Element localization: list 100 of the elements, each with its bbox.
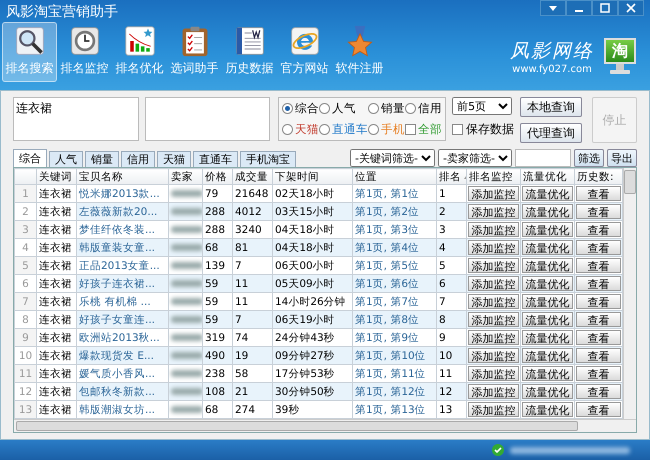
query-button[interactable]: 代理查询 <box>520 123 582 143</box>
view-button[interactable]: 查看 <box>576 348 621 363</box>
add-monitor-button[interactable]: 添加监控 <box>468 312 519 327</box>
position-cell: 第1页, 第6位 <box>352 274 436 292</box>
dropdown-icon[interactable] <box>540 0 566 16</box>
view-button[interactable]: 查看 <box>576 240 621 255</box>
query-button[interactable]: 本地查询 <box>520 97 582 117</box>
optimize-button[interactable]: 流量优化 <box>522 312 573 327</box>
save-data-checkbox[interactable]: 保存数据 <box>452 121 514 138</box>
column-header[interactable]: 流量优化 <box>520 168 574 184</box>
add-monitor-button[interactable]: 添加监控 <box>468 186 519 201</box>
optimize-button[interactable]: 流量优化 <box>522 366 573 381</box>
optimize-button[interactable]: 流量优化 <box>522 294 573 309</box>
column-header[interactable]: 关键词 <box>36 168 76 184</box>
close-icon[interactable] <box>618 0 644 16</box>
tab[interactable]: 综合 <box>13 149 47 167</box>
filter-button[interactable]: 筛选 <box>574 149 604 167</box>
text-field[interactable] <box>144 97 270 141</box>
horizontal-scrollbar[interactable] <box>14 419 636 432</box>
optimize-button[interactable]: 流量优化 <box>522 240 573 255</box>
table-cell: 4 <box>436 238 466 256</box>
tab[interactable]: 人气 <box>49 151 83 167</box>
keyword-field[interactable]: 连衣裙 <box>13 97 139 141</box>
optimize-button[interactable]: 流量优化 <box>522 186 573 201</box>
column-header[interactable]: 价格 <box>202 168 232 184</box>
row-number: 6 <box>14 274 36 292</box>
add-monitor-button[interactable]: 添加监控 <box>468 276 519 291</box>
radio-button[interactable]: 销量 <box>368 101 406 116</box>
optimize-button[interactable]: 流量优化 <box>522 276 573 291</box>
table-cell: 490 <box>202 346 232 364</box>
view-button[interactable]: 查看 <box>576 186 621 201</box>
optimize-button[interactable]: 流量优化 <box>522 204 573 219</box>
add-monitor-button[interactable]: 添加监控 <box>468 384 519 399</box>
view-button[interactable]: 查看 <box>576 330 621 345</box>
add-monitor-button[interactable]: 添加监控 <box>468 222 519 237</box>
table-cell: 81 <box>232 238 272 256</box>
column-header[interactable]: 排名 <box>436 168 466 184</box>
radio-button[interactable]: 人气 <box>319 101 368 116</box>
view-button[interactable]: 查看 <box>576 222 621 237</box>
radio-button[interactable]: 综合 <box>282 101 320 116</box>
table-cell: 10 <box>436 346 466 364</box>
add-monitor-button[interactable]: 添加监控 <box>468 330 519 345</box>
table-cell: 2 <box>436 202 466 220</box>
tab[interactable]: 直通车 <box>193 151 238 167</box>
view-button[interactable]: 查看 <box>576 402 621 417</box>
radio-button[interactable]: 信用 <box>405 101 442 116</box>
tab[interactable]: 信用 <box>121 151 155 167</box>
product-name-cell: 左薇薇新款20... <box>76 202 168 220</box>
filter-field[interactable] <box>515 149 571 167</box>
column-header[interactable]: 宝贝名称 <box>76 168 168 184</box>
maximize-icon[interactable] <box>592 0 618 16</box>
column-header[interactable]: 卖家 <box>168 168 202 184</box>
add-monitor-button[interactable]: 添加监控 <box>468 258 519 273</box>
seller-filter-select[interactable]: -卖家筛选- <box>438 149 512 167</box>
optimize-button[interactable]: 流量优化 <box>522 222 573 237</box>
optimize-button[interactable]: 流量优化 <box>522 348 573 363</box>
add-monitor-button[interactable]: 添加监控 <box>468 240 519 255</box>
tab[interactable]: 手机淘宝 <box>240 151 296 167</box>
vertical-scrollbar[interactable] <box>623 168 636 419</box>
add-monitor-button[interactable]: 添加监控 <box>468 204 519 219</box>
table-cell: 连衣裙 <box>36 346 76 364</box>
tab[interactable]: 天猫 <box>157 151 191 167</box>
view-button[interactable]: 查看 <box>576 258 621 273</box>
optimize-button[interactable]: 流量优化 <box>522 330 573 345</box>
radio-button[interactable]: 天猫 <box>282 122 320 137</box>
optimize-button[interactable]: 流量优化 <box>522 402 573 417</box>
column-header[interactable]: 下架时间 <box>272 168 352 184</box>
page-count-select[interactable]: 前5页 <box>452 97 512 115</box>
optimize-button[interactable]: 流量优化 <box>522 384 573 399</box>
row-number: 5 <box>14 256 36 274</box>
brand-url: www.fy027.com <box>512 64 592 74</box>
row-number: 3 <box>14 220 36 238</box>
optimize-button[interactable]: 流量优化 <box>522 258 573 273</box>
view-button[interactable]: 查看 <box>576 294 621 309</box>
view-button[interactable]: 查看 <box>576 312 621 327</box>
column-header[interactable]: 历史数: <box>574 168 622 184</box>
brand-name: 风影网络 <box>510 38 594 64</box>
view-button[interactable]: 查看 <box>576 204 621 219</box>
column-header[interactable]: 位置 <box>352 168 436 184</box>
table-cell: 连衣裙 <box>36 310 76 328</box>
product-name-cell: 好孩子女童连... <box>76 310 168 328</box>
product-name-cell: 包邮秋冬新款... <box>76 382 168 400</box>
tab[interactable]: 销量 <box>85 151 119 167</box>
keyword-filter-select[interactable]: -关键词筛选- <box>350 149 435 167</box>
add-monitor-button[interactable]: 添加监控 <box>468 294 519 309</box>
view-button[interactable]: 查看 <box>576 366 621 381</box>
view-button[interactable]: 查看 <box>576 384 621 399</box>
column-header[interactable]: 排名监控 <box>466 168 520 184</box>
radio-button[interactable]: 直通车 <box>319 122 368 137</box>
add-monitor-button[interactable]: 添加监控 <box>468 366 519 381</box>
view-button[interactable]: 查看 <box>576 276 621 291</box>
row-number: 2 <box>14 202 36 220</box>
column-header[interactable]: 成交量 <box>232 168 272 184</box>
row-number: 11 <box>14 364 36 382</box>
add-monitor-button[interactable]: 添加监控 <box>468 348 519 363</box>
minimize-icon[interactable] <box>566 0 592 16</box>
add-monitor-button[interactable]: 添加监控 <box>468 402 519 417</box>
position-cell: 第1页, 第4位 <box>352 238 436 256</box>
export-button[interactable]: 导出 <box>607 149 637 167</box>
blurred-text <box>171 370 202 377</box>
